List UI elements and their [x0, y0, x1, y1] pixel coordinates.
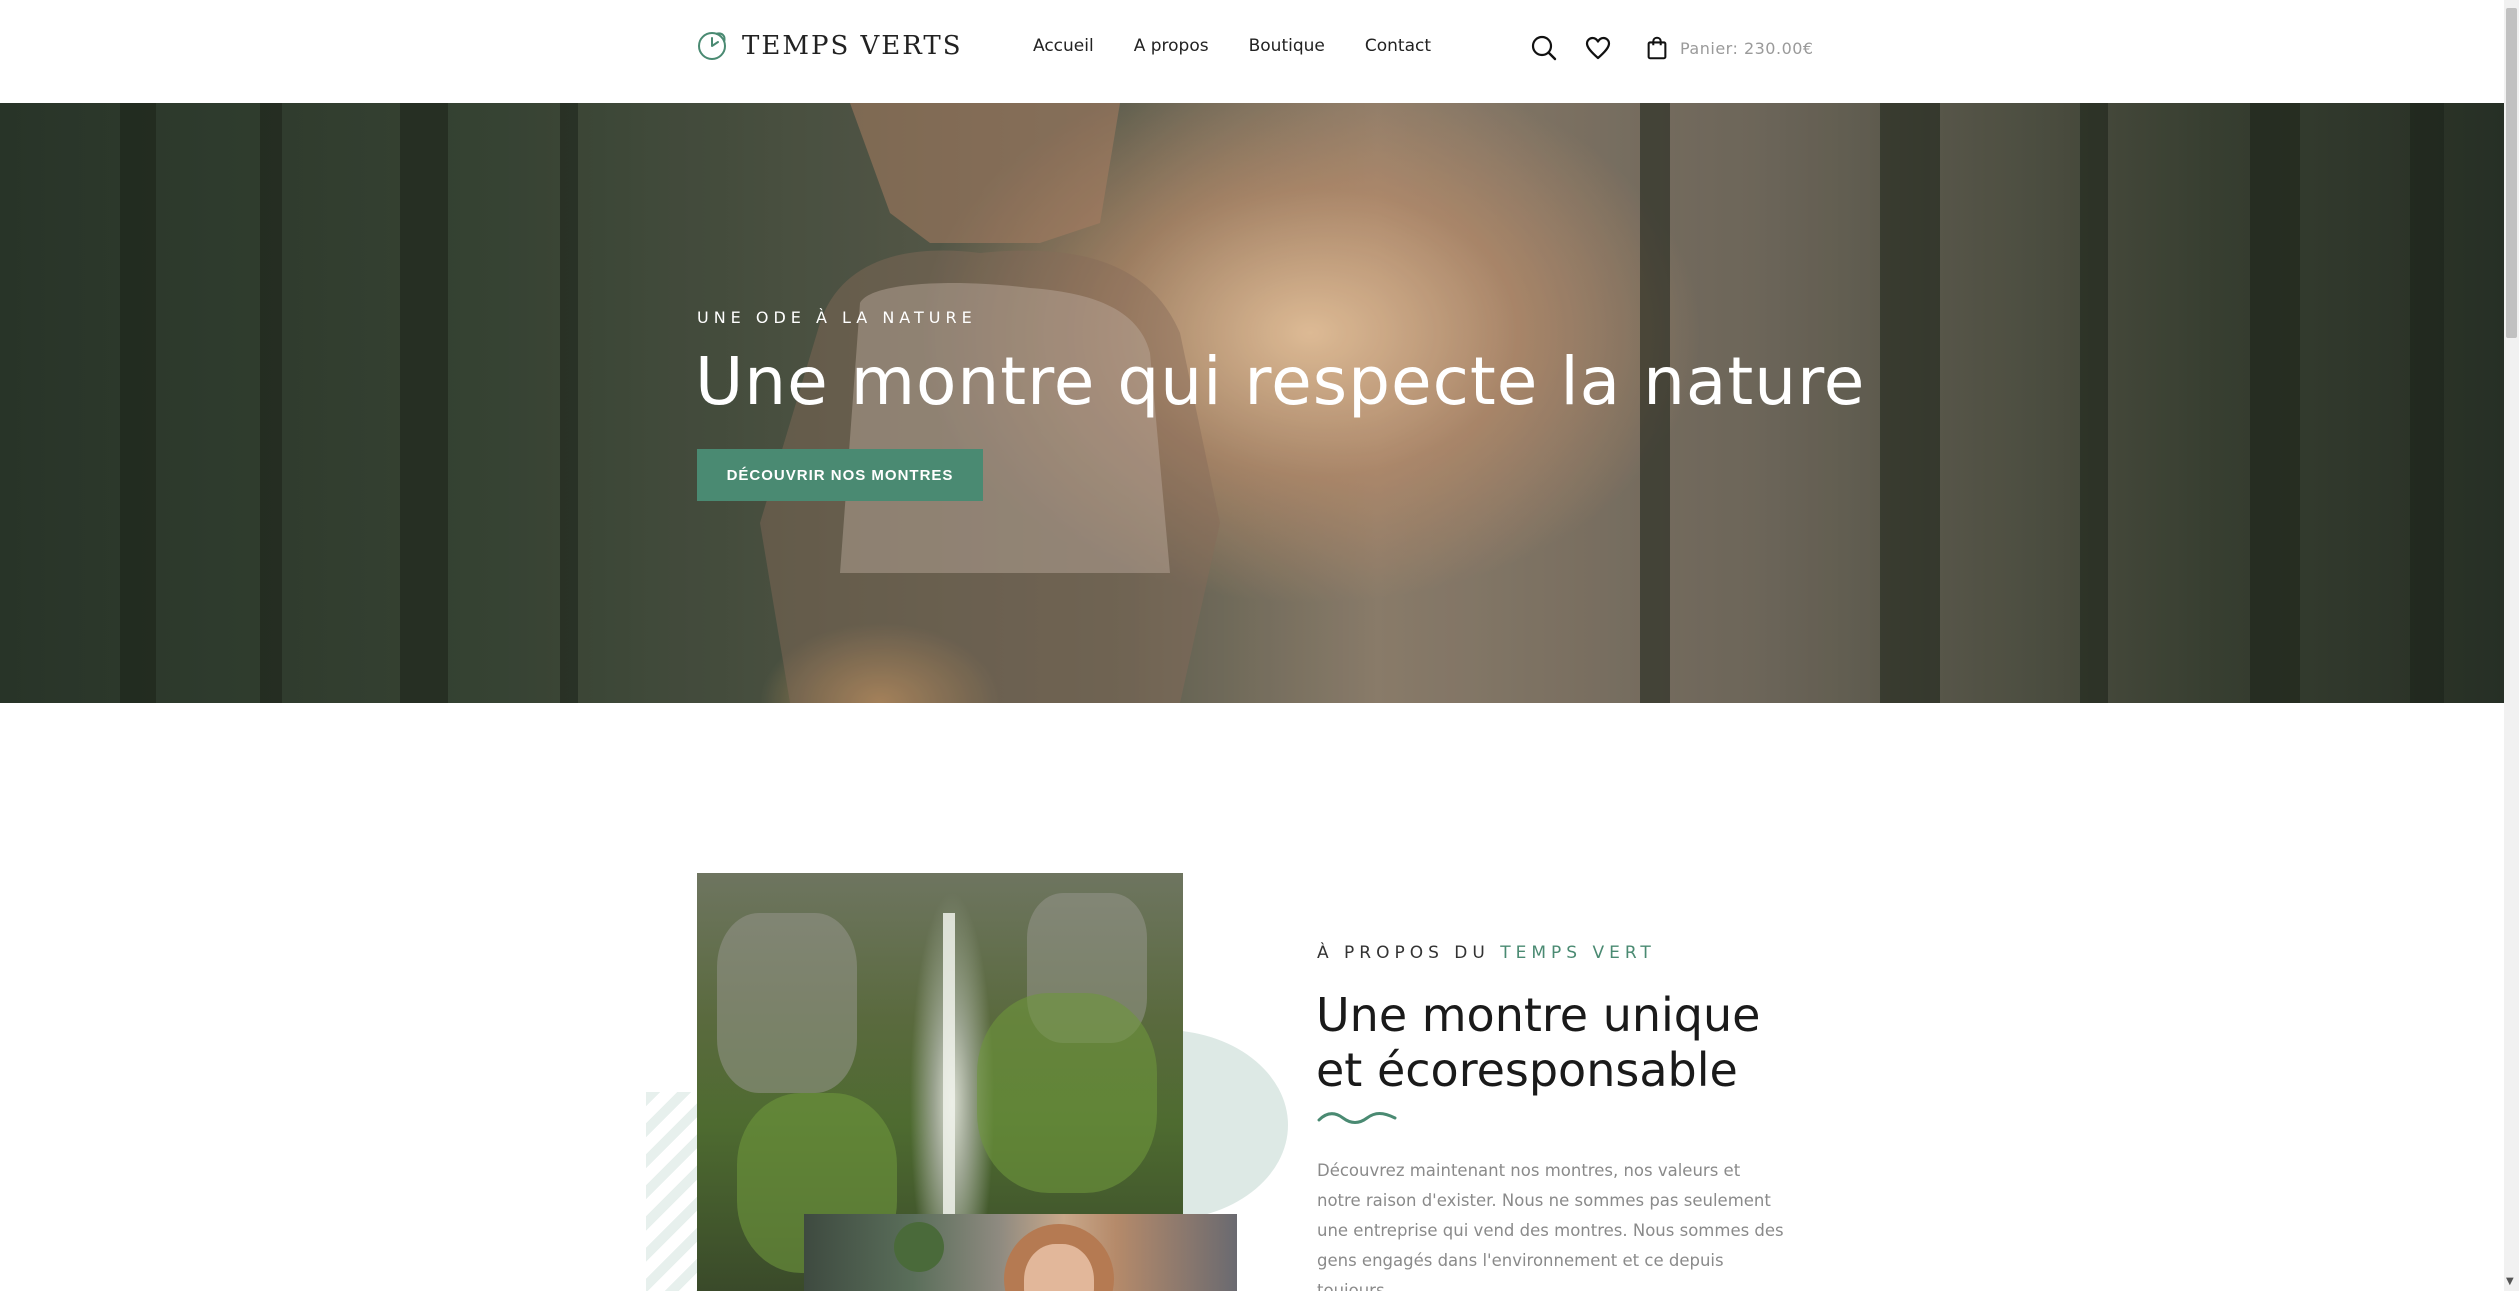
scrollbar-thumb[interactable]	[2506, 8, 2517, 338]
about-title-line-1: Une montre unique	[1316, 988, 1761, 1042]
logo[interactable]: TEMPS VERTS	[696, 30, 963, 62]
hero-eyebrow: UNE ODE À LA NATURE	[697, 308, 977, 327]
shopping-bag-icon	[1647, 36, 1667, 60]
brand-name: TEMPS VERTS	[742, 31, 963, 61]
photo-plant	[894, 1222, 944, 1272]
about-eyebrow: À PROPOS DU TEMPS VERT	[1317, 943, 1656, 963]
scroll-down-arrow-icon[interactable]: ▼	[2506, 1276, 2514, 1287]
wave-divider-icon	[1317, 1112, 1397, 1124]
nav-item-boutique[interactable]: Boutique	[1249, 36, 1325, 56]
site-header: TEMPS VERTS Accueil A propos Boutique Co…	[0, 0, 2504, 103]
about-eyebrow-prefix: À PROPOS DU	[1317, 943, 1501, 963]
heart-icon	[1585, 36, 1611, 60]
about-description: Découvrez maintenant nos montres, nos va…	[1317, 1161, 1784, 1291]
photo-rock	[717, 913, 857, 1093]
wishlist-button[interactable]	[1582, 32, 1614, 64]
about-title: Une montre unique et écoresponsable	[1316, 988, 1760, 1098]
about-title-line-2: et écoresponsable	[1316, 1043, 1738, 1097]
hero-banner: UNE ODE À LA NATURE Une montre qui respe…	[0, 103, 2504, 703]
cart-total: Panier: 230.00€	[1680, 38, 1814, 58]
main-nav: Accueil A propos Boutique Contact	[1033, 36, 1431, 56]
nav-item-a-propos[interactable]: A propos	[1134, 36, 1209, 56]
search-icon	[1531, 35, 1557, 61]
photo-waterfall	[943, 913, 955, 1243]
header-actions: Panier: 230.00€	[1528, 32, 1814, 64]
hero-title: Une montre qui respecte la nature	[695, 343, 1866, 420]
person-photo	[804, 1214, 1237, 1291]
cart-button[interactable]: Panier: 230.00€	[1644, 35, 1814, 61]
photo-moss	[977, 993, 1157, 1193]
nav-item-accueil[interactable]: Accueil	[1033, 36, 1094, 56]
nav-item-contact[interactable]: Contact	[1365, 36, 1431, 56]
leaf-clock-icon	[698, 32, 726, 60]
about-eyebrow-accent: TEMPS VERT	[1500, 943, 1656, 963]
discover-watches-button[interactable]: DÉCOUVRIR NOS MONTRES	[697, 449, 983, 501]
search-button[interactable]	[1528, 32, 1560, 64]
